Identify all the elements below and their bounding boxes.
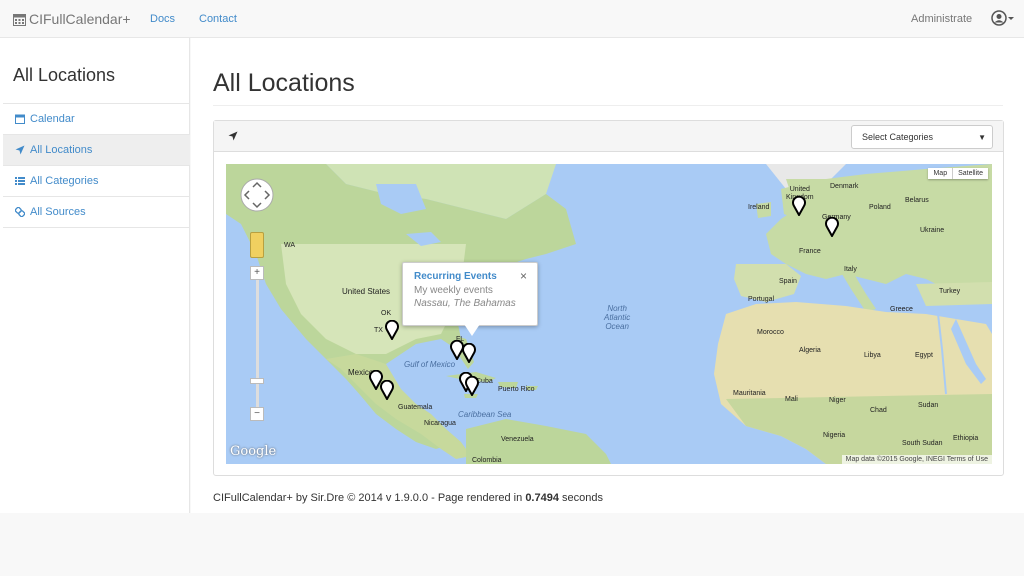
map-marker[interactable]: [825, 217, 839, 237]
user-circle-icon: [991, 10, 1007, 26]
zoom-slider-track[interactable]: [256, 272, 259, 412]
map-label-wa: WA: [284, 242, 296, 249]
map-label-libya: Libya: [864, 352, 881, 359]
info-window-title[interactable]: Recurring Events: [414, 271, 497, 282]
brand-label: CIFullCalendar+: [29, 11, 131, 27]
map-label-ukraine: Ukraine: [920, 227, 945, 234]
close-icon[interactable]: ×: [520, 269, 527, 283]
map-marker[interactable]: [462, 343, 476, 363]
map-label-nicaragua: Nicaragua: [424, 420, 456, 427]
map-canvas[interactable]: United States Mexico Gulf of Mexico Cuba…: [226, 164, 992, 464]
sidebar-item-calendar[interactable]: Calendar: [3, 104, 190, 135]
sidebar-item-label: All Locations: [30, 144, 93, 156]
page-footer: CIFullCalendar+ by Sir.Dre © 2014 v 1.9.…: [213, 492, 603, 504]
map-marker[interactable]: [465, 376, 479, 396]
map-label-guatemala: Guatemala: [398, 404, 433, 411]
info-window: Recurring Events × My weekly events Nass…: [402, 262, 538, 326]
map-label-chad: Chad: [870, 407, 887, 414]
sidebar-item-all-sources[interactable]: All Sources: [3, 197, 190, 228]
caret-down-icon: ▼: [978, 133, 986, 142]
google-logo: Google: [230, 444, 277, 459]
map-label-poland: Poland: [869, 204, 891, 211]
zoom-slider-thumb[interactable]: [250, 378, 264, 384]
map-label-mali: Mali: [785, 396, 798, 403]
list-icon: [15, 177, 25, 185]
map-label-puerto-rico: Puerto Rico: [498, 386, 535, 393]
map-label-ireland: Ireland: [748, 204, 770, 211]
zoom-in-button[interactable]: +: [250, 266, 264, 280]
footer-suffix: seconds: [558, 492, 603, 504]
sidebar: All Locations Calendar All Locations All…: [0, 38, 190, 513]
map-marker[interactable]: [792, 196, 806, 216]
nav-administrate-link[interactable]: Administrate: [911, 13, 972, 25]
map-type-satellite-button[interactable]: Satellite: [952, 168, 988, 179]
sidebar-title: All Locations: [13, 65, 116, 85]
nav-docs-link[interactable]: Docs: [150, 13, 175, 25]
sidebar-item-label: All Categories: [30, 175, 99, 187]
sidebar-item-label: Calendar: [30, 113, 75, 125]
map-label-north-atlantic: North Atlantic Ocean: [604, 304, 631, 331]
calendar-icon: [13, 13, 26, 26]
map-label-portugal: Portugal: [748, 296, 775, 303]
map-label-venezuela: Venezuela: [501, 436, 534, 443]
map-label-turkey: Turkey: [939, 288, 961, 295]
info-window-tail: [464, 324, 480, 336]
sidebar-item-all-locations[interactable]: All Locations: [3, 135, 190, 166]
page-title: All Locations: [213, 69, 355, 97]
map-label-ethiopia: Ethiopia: [953, 435, 979, 442]
navbar: CIFullCalendar+ Docs Contact Administrat…: [0, 0, 1024, 38]
map-label-algeria: Algeria: [799, 347, 821, 354]
title-divider: [213, 105, 1003, 106]
category-select-value: Select Categories: [862, 132, 934, 142]
map-label-france: France: [799, 248, 821, 255]
brand-link[interactable]: CIFullCalendar+: [13, 11, 131, 27]
location-arrow-icon[interactable]: [228, 131, 238, 141]
map-marker[interactable]: [385, 320, 399, 340]
nav-contact-link[interactable]: Contact: [199, 13, 237, 25]
category-select[interactable]: Select Categories ▼: [851, 125, 993, 149]
sidebar-item-label: All Sources: [30, 206, 86, 218]
pan-control[interactable]: [240, 178, 274, 212]
map-label-denmark: Denmark: [830, 183, 859, 190]
map-label-gulf: Gulf of Mexico: [404, 360, 456, 369]
link-icon: [15, 207, 25, 217]
info-window-subtitle: My weekly events: [414, 285, 493, 296]
street-view-pegman[interactable]: [250, 232, 264, 258]
map-label-belarus: Belarus: [905, 197, 929, 204]
info-window-location: Nassau, The Bahamas: [414, 298, 516, 309]
map-label-morocco: Morocco: [757, 329, 784, 336]
zoom-out-button[interactable]: −: [250, 407, 264, 421]
sidebar-item-all-categories[interactable]: All Categories: [3, 166, 190, 197]
location-arrow-icon: [15, 145, 25, 155]
map-type-map-button[interactable]: Map: [928, 168, 952, 179]
map-marker[interactable]: [380, 380, 394, 400]
footer-text: CIFullCalendar+ by Sir.Dre © 2014 v 1.9.…: [213, 492, 526, 504]
map-label-greece: Greece: [890, 306, 913, 313]
map-label-egypt: Egypt: [915, 352, 933, 359]
main-content: All Locations Select Categories ▼ United…: [191, 38, 1024, 513]
caret-down-icon: [1008, 17, 1014, 20]
map-panel: Select Categories ▼ United States Mexico…: [213, 120, 1004, 476]
map-label-mauritania: Mauritania: [733, 390, 766, 397]
map-label-colombia: Colombia: [472, 457, 502, 464]
map-label-united-states: United States: [342, 287, 391, 296]
map-label-nigeria: Nigeria: [823, 432, 846, 439]
map-type-control: Map Satellite: [928, 168, 988, 179]
map-label-south-sudan: South Sudan: [902, 440, 943, 447]
map-label-ok: OK: [381, 310, 392, 317]
user-menu-dropdown[interactable]: [991, 10, 1015, 26]
map-label-tx: TX: [374, 327, 383, 334]
map-label-caribbean: Caribbean Sea: [458, 410, 512, 419]
map-label-spain: Spain: [779, 278, 797, 285]
map-label-niger: Niger: [829, 397, 846, 404]
render-time: 0.7494: [525, 492, 559, 504]
map-panel-heading: Select Categories ▼: [214, 121, 1003, 152]
map-attribution[interactable]: Map data ©2015 Google, INEGI Terms of Us…: [841, 455, 992, 464]
sidebar-nav: Calendar All Locations All Categories Al…: [3, 103, 190, 228]
map-label-italy: Italy: [844, 266, 857, 273]
calendar-icon: [15, 114, 25, 124]
map-label-sudan: Sudan: [918, 402, 939, 409]
